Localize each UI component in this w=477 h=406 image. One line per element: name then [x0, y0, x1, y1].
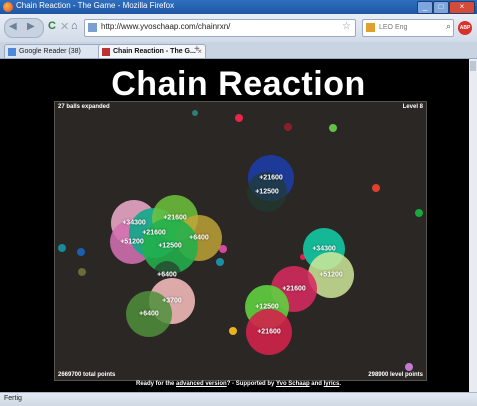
site-favicon-icon [88, 23, 97, 32]
ball-points-label: +21600 [259, 174, 283, 182]
vertical-scrollbar[interactable] [469, 59, 477, 392]
ball-points-label: +21600 [142, 229, 166, 237]
ball-points-label: +3700 [162, 297, 182, 305]
navigation-toolbar: ◀ ▶ C ✕ ⌂ http://www.yvoschaap.com/chain… [0, 14, 477, 42]
back-forward-group: ◀ ▶ [4, 18, 44, 38]
ball-points-label: +51200 [120, 238, 144, 246]
moving-ball [78, 268, 86, 276]
tab-bar: Google Reader (38) Chain Reaction - The … [0, 42, 477, 59]
home-icon[interactable]: ⌂ [71, 20, 78, 32]
ball-points-label: +12500 [255, 303, 279, 311]
moving-ball [284, 123, 292, 131]
tab-label: Google Reader (38) [19, 48, 81, 55]
total-points-text: 2669700 total points [58, 372, 116, 378]
footer-text-3: and [309, 381, 324, 387]
lyrics-link[interactable]: lyrics [324, 381, 340, 387]
ball-points-label: +12500 [255, 188, 279, 196]
window-title: Chain Reaction - The Game - Mozilla Fire… [16, 1, 175, 10]
balls-expanded-text: 27 balls expanded [58, 104, 110, 110]
back-button[interactable]: ◀ [9, 21, 17, 32]
adblock-icon[interactable]: ABP [458, 21, 472, 35]
ball-points-label: +12500 [158, 242, 182, 250]
level-text: Level 8 [402, 104, 423, 110]
status-bar: Fertig [0, 392, 477, 406]
moving-ball [405, 363, 413, 371]
ball-points-label: +34300 [122, 219, 146, 227]
reload-icon[interactable]: C [48, 20, 56, 32]
footer-text-4: . [339, 381, 341, 387]
url-bar[interactable]: http://www.yvoschaap.com/chainrxn/ ☆ [84, 19, 356, 37]
footer-text-2: ? - Supported by [226, 381, 276, 387]
maximize-button[interactable]: □ [433, 1, 449, 14]
stop-icon[interactable]: ✕ [60, 20, 69, 33]
bookmark-star-icon[interactable]: ☆ [342, 21, 351, 32]
window-titlebar: Chain Reaction - The Game - Mozilla Fire… [0, 0, 477, 14]
ball-points-label: +6400 [189, 234, 209, 242]
scrollbar-thumb[interactable] [470, 61, 476, 71]
new-tab-button[interactable]: + [194, 44, 200, 55]
advanced-version-link[interactable]: advanced version [176, 381, 227, 387]
ball-points-label: +21600 [257, 328, 281, 336]
moving-ball [216, 258, 224, 266]
url-text: http://www.yvoschaap.com/chainrxn/ [101, 22, 231, 31]
footer-text-1: Ready for the [135, 381, 176, 387]
close-window-button[interactable]: × [449, 1, 475, 14]
ball-points-label: +34300 [312, 245, 336, 253]
moving-ball [192, 110, 198, 116]
yvo-schaap-link[interactable]: Yvo Schaap [276, 381, 310, 387]
ball-points-label: +6400 [139, 310, 159, 318]
chain-reaction-icon [102, 48, 110, 56]
game-canvas[interactable]: 27 balls expanded Level 8 2669700 total … [54, 101, 427, 381]
status-text: Fertig [4, 395, 22, 402]
moving-ball [229, 327, 237, 335]
forward-button[interactable]: ▶ [27, 21, 35, 32]
minimize-button[interactable]: _ [417, 1, 433, 14]
level-points-text: 298900 level points [368, 372, 423, 378]
search-input[interactable] [379, 21, 437, 33]
ball-points-label: +6400 [157, 271, 177, 279]
ball-points-label: +51200 [319, 271, 343, 279]
ball-points-label: +21600 [282, 285, 306, 293]
google-reader-icon [8, 48, 16, 56]
game-heading: Chain Reaction [111, 65, 366, 103]
moving-ball [77, 248, 85, 256]
tab-google-reader[interactable]: Google Reader (38) [4, 44, 110, 58]
search-icon[interactable]: ⌕ [446, 21, 451, 32]
search-engine-icon[interactable] [366, 23, 375, 32]
page-content: Chain Reaction 27 balls expanded Level 8… [0, 59, 477, 392]
ball-points-label: +21600 [163, 214, 187, 222]
moving-ball [372, 184, 380, 192]
firefox-logo-icon [3, 2, 13, 12]
moving-ball [329, 124, 337, 132]
search-box[interactable]: ⌕ [362, 19, 454, 37]
moving-ball [415, 209, 423, 217]
tab-chain-reaction[interactable]: Chain Reaction - The G... × [98, 44, 206, 58]
tab-label: Chain Reaction - The G... [113, 48, 196, 55]
page-footer: Ready for the advanced version? - Suppor… [0, 381, 477, 387]
moving-ball [235, 114, 243, 122]
moving-ball [58, 244, 66, 252]
